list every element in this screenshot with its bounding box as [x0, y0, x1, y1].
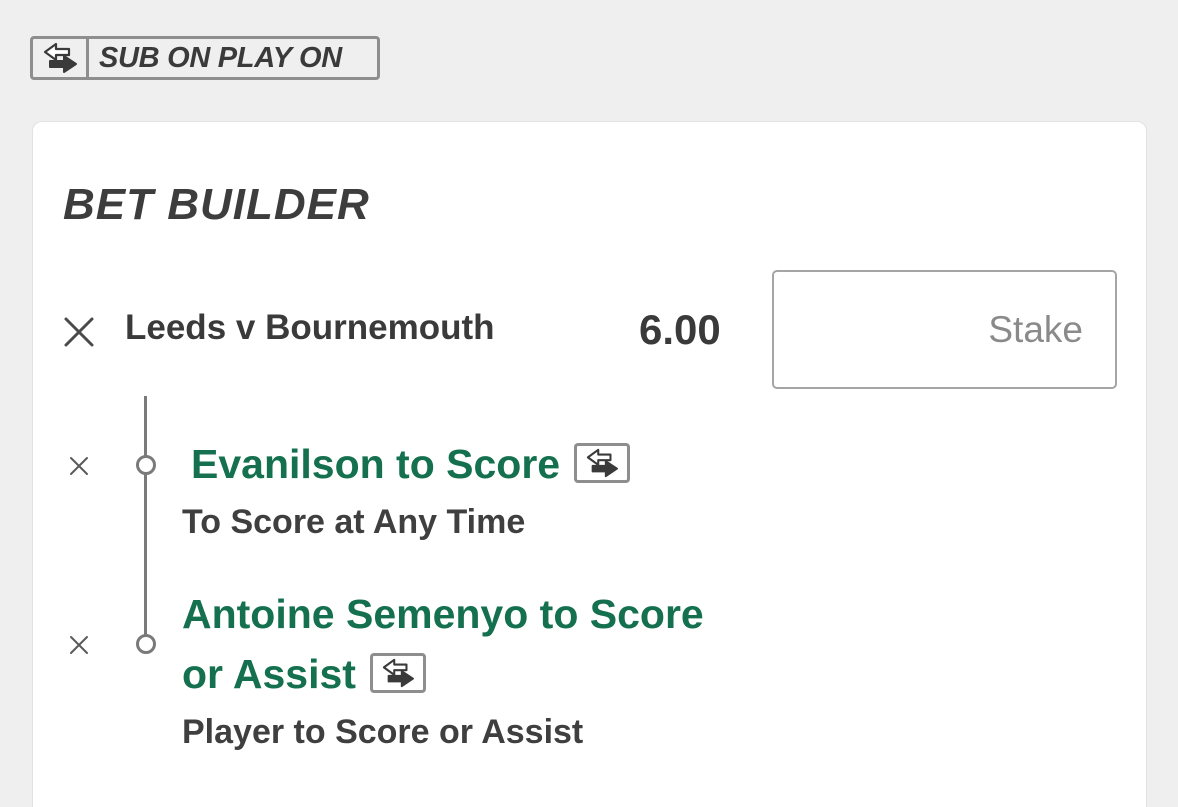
leg-title: Evanilson to Score	[191, 434, 631, 494]
timeline-dot	[136, 634, 156, 654]
leg-market: Player to Score or Assist	[182, 713, 584, 751]
event-name: Leeds v Bournemouth	[125, 308, 495, 347]
card-title: BET BUILDER	[63, 180, 370, 229]
leg-title-line2: or Assist	[182, 651, 356, 697]
leg-title: Antoine Semenyo to Score or Assist	[182, 584, 822, 704]
substitution-arrows-icon	[369, 653, 426, 694]
substitution-arrows-icon	[574, 443, 631, 484]
timeline-dot	[136, 455, 156, 475]
sub-on-play-on-badge: SUB ON PLAY ON	[30, 36, 380, 80]
leg-market: To Score at Any Time	[182, 503, 526, 541]
substitution-arrows-icon	[33, 39, 89, 77]
bet-odds: 6.00	[639, 306, 721, 353]
badge-label: SUB ON PLAY ON	[99, 41, 342, 74]
remove-leg-icon[interactable]	[69, 635, 89, 655]
page: SUB ON PLAY ON BET BUILDER Leeds v Bourn…	[0, 0, 1178, 807]
remove-leg-icon[interactable]	[69, 456, 89, 476]
stake-input[interactable]	[772, 270, 1117, 389]
timeline-line	[144, 396, 147, 644]
bet-builder-card: BET BUILDER Leeds v Bournemouth 6.00 Eva…	[32, 121, 1147, 807]
leg-title-text: Evanilson to Score	[191, 441, 561, 487]
leg-title-line1: Antoine Semenyo to Score	[182, 591, 704, 637]
remove-bet-icon[interactable]	[63, 316, 95, 348]
